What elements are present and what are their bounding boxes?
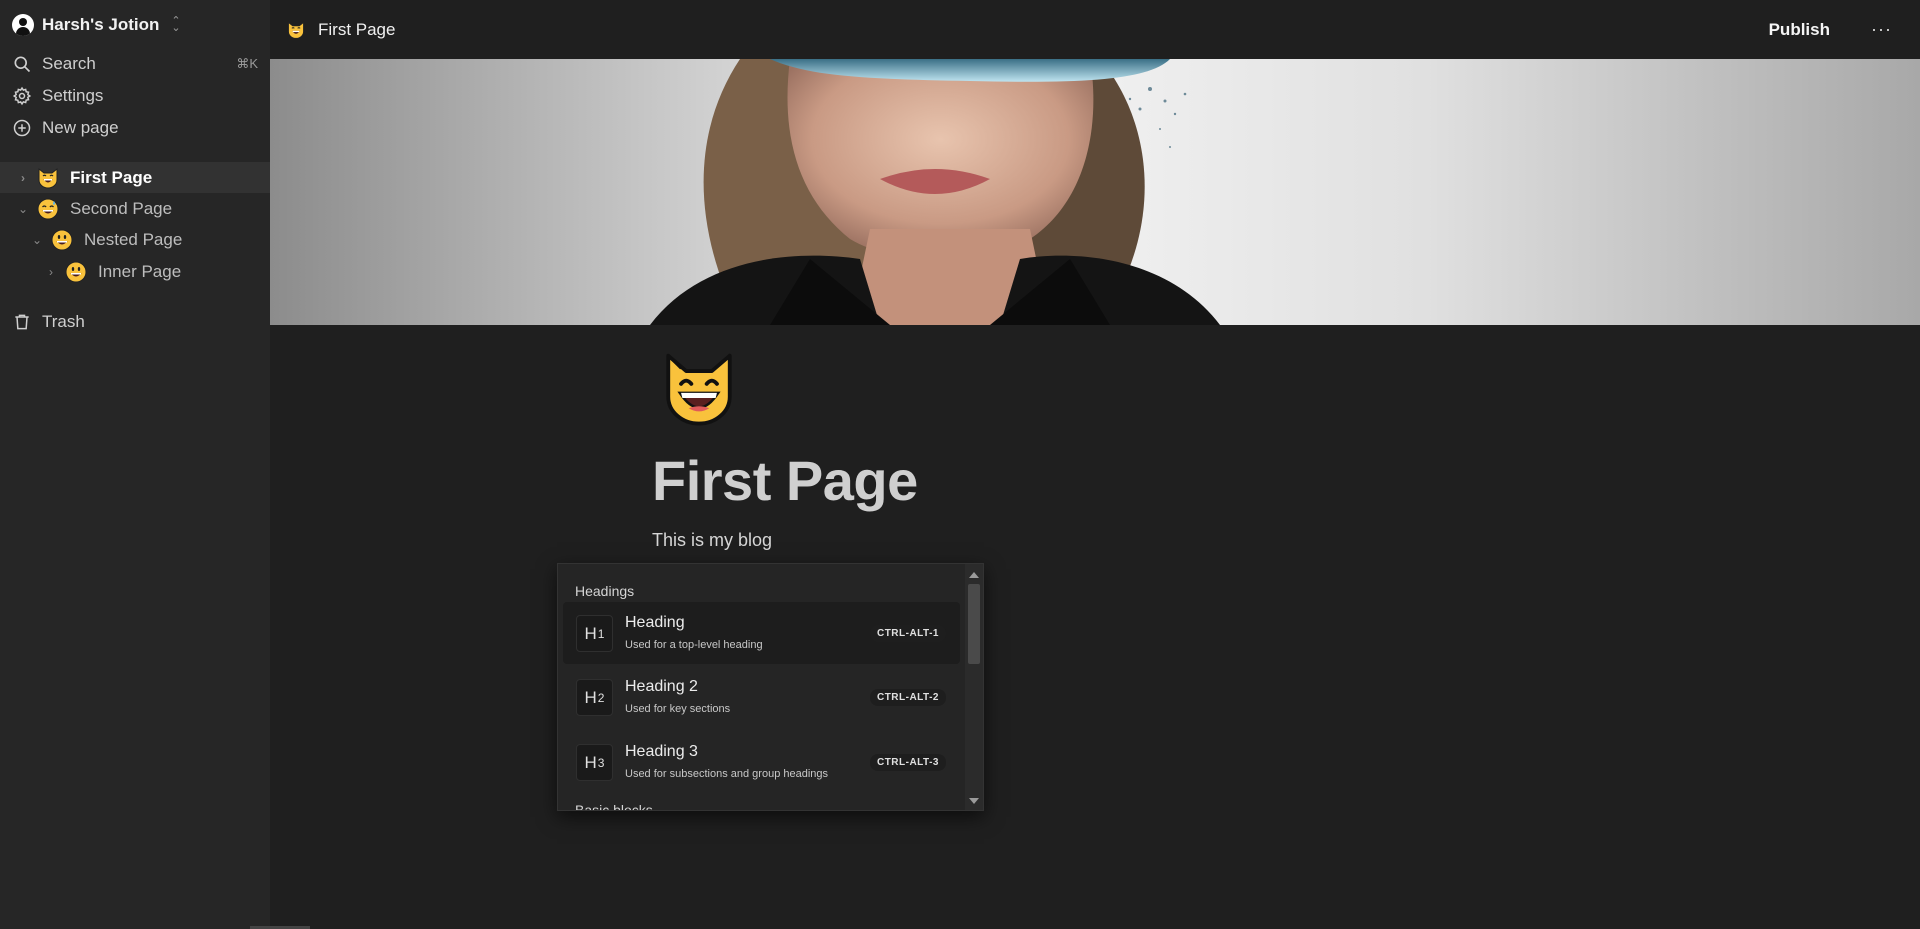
search-shortcut: ⌘K	[236, 56, 258, 71]
grinning-sweat-icon	[37, 198, 59, 219]
sidebar-new-page[interactable]: New page	[12, 115, 258, 141]
chevron-down-icon[interactable]: ⌄	[16, 202, 30, 216]
trash-label: Trash	[42, 312, 85, 331]
page-body-text[interactable]: This is my blog	[652, 530, 772, 551]
plus-circle-icon	[13, 119, 31, 137]
user-avatar-icon	[12, 14, 34, 36]
page-title[interactable]: First Page	[652, 448, 918, 513]
sidebar-page-first[interactable]: › First Page	[0, 162, 270, 193]
heading-1-icon: H1	[576, 615, 613, 652]
menu-section-basic-blocks: Basic blocks	[575, 802, 653, 811]
grinning-cat-icon	[288, 21, 304, 39]
chevron-right-icon[interactable]: ›	[16, 171, 30, 185]
menu-item-title: Heading 3	[625, 743, 698, 760]
heading-2-icon: H2	[576, 679, 613, 716]
menu-item-title: Heading 2	[625, 678, 698, 695]
sidebar-page-nested[interactable]: ⌄ Nested Page	[30, 224, 182, 255]
publish-button[interactable]: Publish	[1769, 20, 1830, 40]
breadcrumb[interactable]: First Page	[286, 20, 395, 40]
page-label: First Page	[70, 167, 153, 187]
search-label: Search	[42, 54, 96, 73]
menu-item-description: Used for subsections and group headings	[625, 768, 829, 780]
menu-item-shortcut: CTRL-ALT-2	[869, 689, 946, 706]
sidebar: Harsh's Jotion ⌃ ⌄ Search ⌘K Settings New…	[0, 0, 270, 929]
menu-item-heading-2[interactable]: H2 Heading 2 Used for key sections CTRL-…	[563, 666, 960, 728]
trash-icon	[15, 314, 29, 330]
grinning-face-icon	[51, 229, 73, 250]
cover-image[interactable]	[270, 59, 1920, 325]
sidebar-page-inner[interactable]: › Inner Page	[44, 256, 181, 287]
scroll-down-arrow-icon[interactable]	[969, 798, 979, 804]
search-icon	[14, 56, 31, 73]
menu-scrollbar[interactable]	[965, 564, 983, 810]
menu-item-description: Used for key sections	[625, 703, 731, 715]
menu-item-shortcut: CTRL-ALT-3	[869, 754, 946, 771]
scroll-thumb[interactable]	[968, 584, 980, 664]
grinning-face-icon	[65, 261, 87, 282]
scroll-up-arrow-icon[interactable]	[969, 572, 979, 578]
sidebar-trash[interactable]: Trash	[12, 309, 258, 335]
heading-3-icon: H3	[576, 744, 613, 781]
slash-command-menu: Headings H1 Heading Used for a top-level…	[557, 563, 984, 811]
menu-item-heading-1[interactable]: H1 Heading Used for a top-level heading …	[563, 602, 960, 664]
page-label: Second Page	[70, 198, 173, 218]
new-page-label: New page	[42, 118, 119, 137]
menu-item-heading-3[interactable]: H3 Heading 3 Used for subsections and gr…	[563, 731, 960, 793]
menu-section-headings: Headings	[575, 583, 635, 599]
more-options-icon[interactable]: ···	[1871, 19, 1892, 40]
main-content: First Page Publish ··· First Page This i…	[270, 0, 1920, 929]
gear-icon	[12, 86, 32, 106]
settings-label: Settings	[42, 86, 104, 105]
sidebar-page-second[interactable]: ⌄ Second Page	[16, 193, 172, 224]
chevron-down-icon[interactable]: ⌄	[30, 233, 44, 247]
app-root: Harsh's Jotion ⌃ ⌄ Search ⌘K Settings New…	[0, 0, 1920, 929]
sidebar-search[interactable]: Search ⌘K	[12, 51, 258, 77]
breadcrumb-title: First Page	[318, 19, 396, 39]
menu-item-shortcut: CTRL-ALT-1	[869, 625, 946, 642]
chevron-up-down-icon: ⌃ ⌄	[171, 15, 181, 34]
top-bar: First Page Publish ···	[270, 0, 1920, 59]
cover-photo-portrait	[650, 59, 1220, 325]
page-label: Inner Page	[98, 261, 182, 281]
sidebar-settings[interactable]: Settings	[12, 83, 258, 109]
menu-item-description: Used for a top-level heading	[625, 639, 763, 651]
grinning-cat-icon	[38, 167, 58, 188]
chevron-right-icon[interactable]: ›	[44, 265, 58, 279]
workspace-switcher[interactable]: Harsh's Jotion ⌃ ⌄	[12, 12, 181, 38]
menu-item-title: Heading	[625, 614, 685, 631]
page-icon-grinning-cat[interactable]	[658, 348, 740, 430]
workspace-name: Harsh's Jotion	[42, 15, 160, 34]
page-label: Nested Page	[84, 229, 183, 249]
